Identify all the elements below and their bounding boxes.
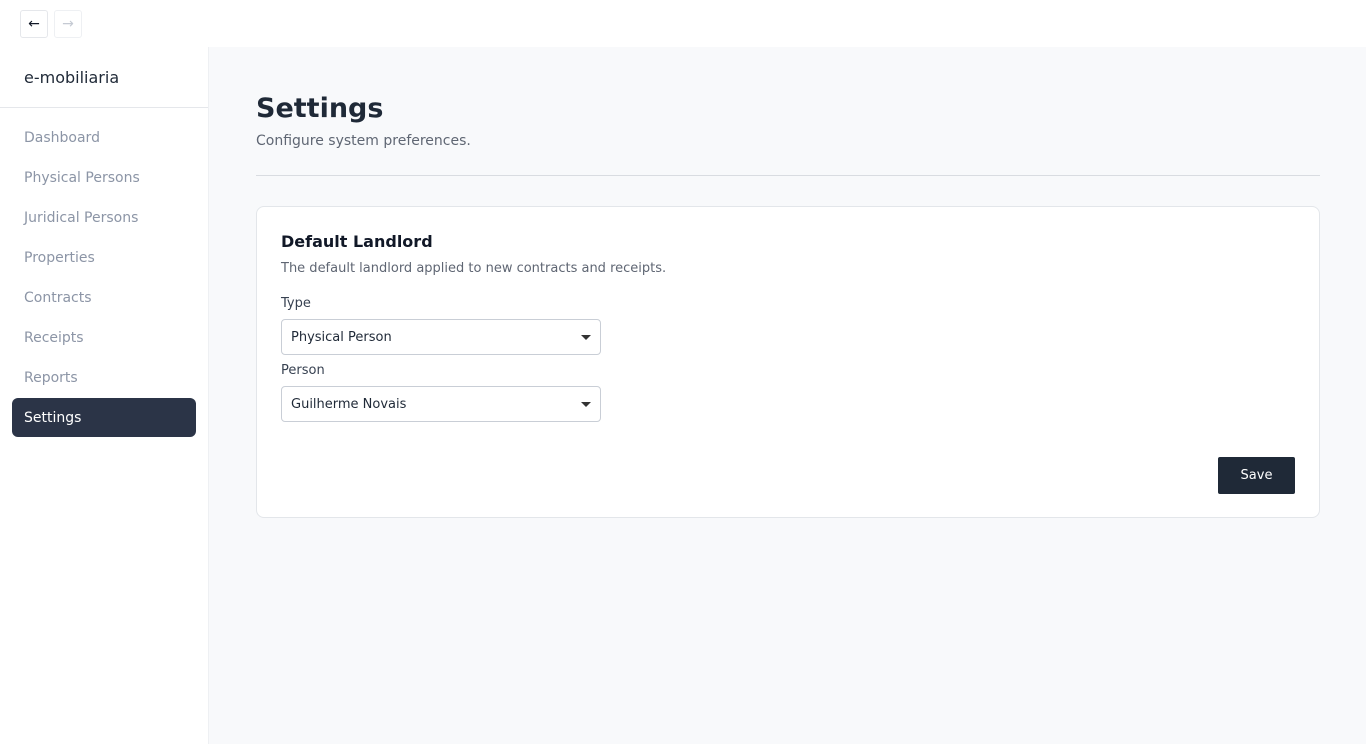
save-button[interactable]: Save: [1218, 457, 1295, 494]
sidebar-item-receipts[interactable]: Receipts: [12, 318, 196, 357]
type-label: Type: [281, 296, 311, 311]
sidebar-item-contracts[interactable]: Contracts: [12, 278, 196, 317]
sidebar-item-properties[interactable]: Properties: [12, 238, 196, 277]
card-title: Default Landlord: [281, 232, 433, 251]
person-label: Person: [281, 363, 325, 378]
sidebar-item-physical-persons[interactable]: Physical Persons: [12, 158, 196, 197]
back-button[interactable]: ←: [20, 10, 48, 38]
person-select[interactable]: Guilherme Novais: [281, 386, 601, 422]
type-select[interactable]: Physical Person: [281, 319, 601, 355]
chevron-down-icon: [581, 335, 591, 340]
type-select-value: Physical Person: [291, 329, 392, 345]
person-select-value: Guilherme Novais: [291, 396, 407, 412]
arrow-left-icon: ←: [28, 16, 40, 32]
sidebar-nav: Dashboard Physical Persons Juridical Per…: [0, 108, 208, 437]
page-subtitle: Configure system preferences.: [256, 133, 471, 149]
sidebar: e-mobiliaria Dashboard Physical Persons …: [0, 47, 209, 744]
card-description: The default landlord applied to new cont…: [281, 261, 667, 276]
arrow-right-icon: →: [62, 16, 74, 32]
sidebar-item-reports[interactable]: Reports: [12, 358, 196, 397]
sidebar-item-juridical-persons[interactable]: Juridical Persons: [12, 198, 196, 237]
main-content: Settings Configure system preferences. D…: [256, 47, 1320, 518]
divider: [256, 175, 1320, 176]
chevron-down-icon: [581, 402, 591, 407]
default-landlord-card: Default Landlord The default landlord ap…: [256, 206, 1320, 518]
sidebar-item-dashboard[interactable]: Dashboard: [12, 118, 196, 157]
forward-button[interactable]: →: [54, 10, 82, 38]
page-title: Settings: [256, 93, 384, 124]
top-toolbar: ← →: [0, 0, 1366, 47]
app-brand: e-mobiliaria: [0, 47, 208, 108]
sidebar-item-settings[interactable]: Settings: [12, 398, 196, 437]
